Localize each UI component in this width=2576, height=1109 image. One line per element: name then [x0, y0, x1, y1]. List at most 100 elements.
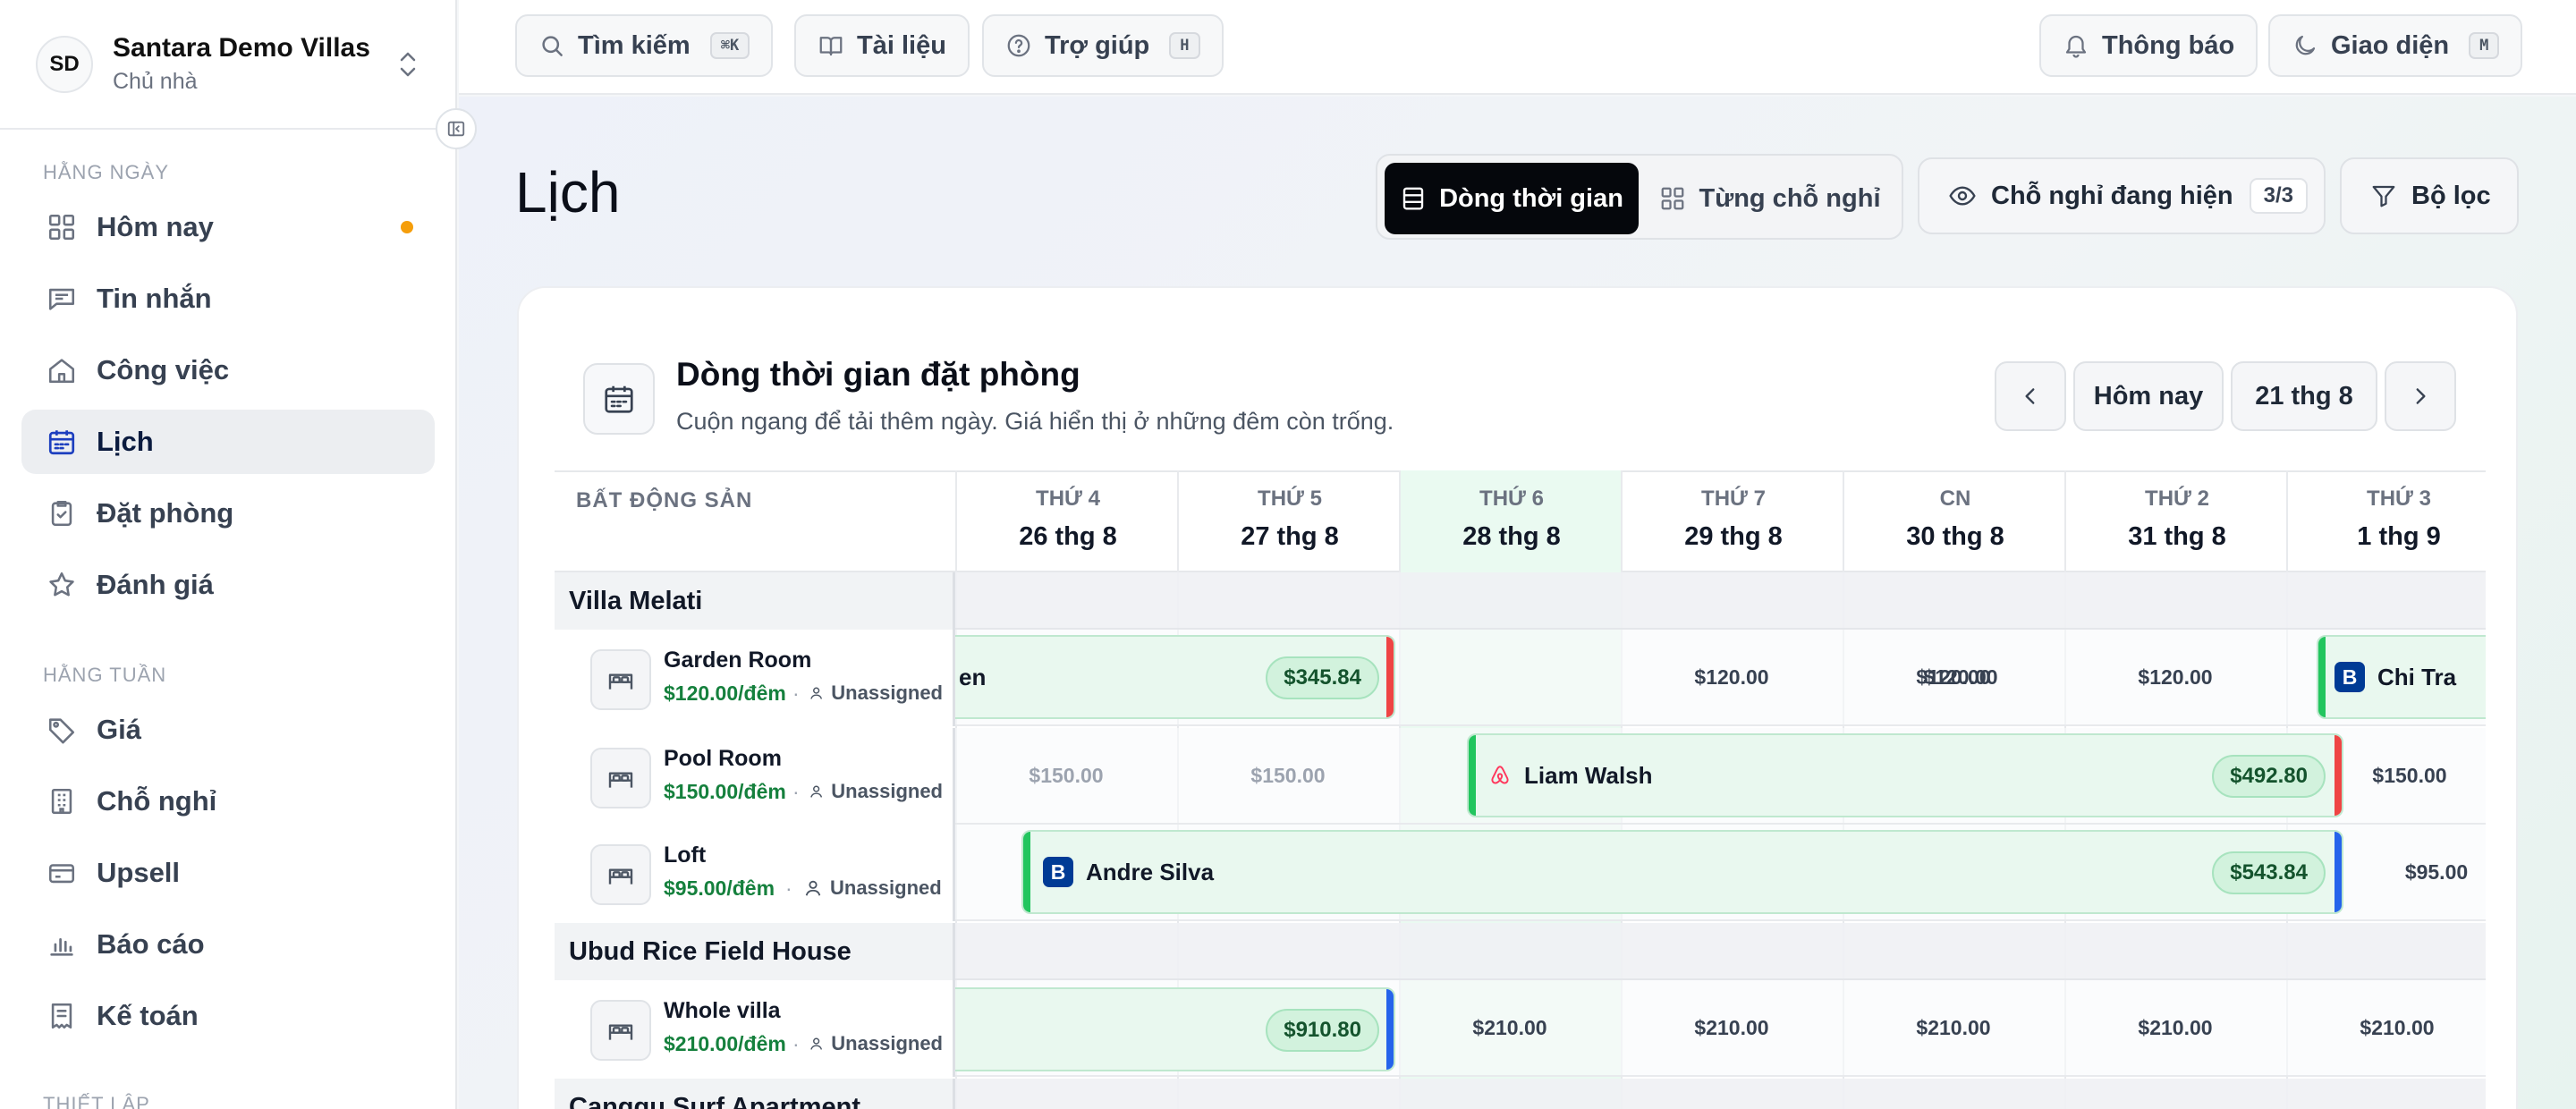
next-button[interactable]	[2385, 361, 2456, 431]
unit-row: $120.00 $120.00 $120.00 $120.00 en $345.…	[555, 630, 2486, 726]
today-button[interactable]: Hôm nay	[2073, 361, 2224, 431]
night-price[interactable]: $210.00	[1621, 1016, 1843, 1040]
grid-icon	[1662, 187, 1684, 210]
day-date: 26 thg 8	[1019, 522, 1117, 551]
sidebar-item-calendar[interactable]: Lịch	[21, 410, 435, 474]
grid-icon	[48, 214, 75, 241]
bed-icon	[590, 844, 651, 905]
sidebar-item-label: Đánh giá	[97, 569, 214, 600]
night-price[interactable]: $210.00	[1843, 1016, 2064, 1040]
booking-end-marker	[1386, 989, 1394, 1070]
night-price[interactable]: $210.00	[2286, 1016, 2486, 1040]
filter-icon	[2372, 185, 2395, 207]
help-button[interactable]: Trợ giúp H	[982, 14, 1224, 77]
theme-button[interactable]: Giao diện M	[2268, 14, 2523, 77]
booking-amount: $543.84	[2212, 851, 2326, 894]
unit-row: $210.00 $210.00 $210.00 $210.00 $210.00 …	[555, 980, 2486, 1077]
notifications-button[interactable]: Thông báo	[2039, 14, 2258, 77]
sidebar-item-label: Báo cáo	[97, 928, 205, 960]
unit-assignee: Unassigned	[803, 876, 943, 900]
sidebar-item-today[interactable]: Hôm nay	[21, 195, 435, 259]
sidebar-item-properties[interactable]: Chỗ nghỉ	[21, 769, 435, 834]
unit-cell[interactable]: Pool Room $150.00/đêm · Unassigned	[555, 728, 955, 825]
booking-guest: Andre Silva	[1086, 858, 1215, 885]
sidebar-item-reviews[interactable]: Đánh giá	[21, 553, 435, 617]
user-icon	[810, 1037, 823, 1050]
org-switcher[interactable]: SD Santara Demo Villas Chủ nhà	[0, 0, 455, 130]
booking-guest: en	[959, 663, 987, 690]
booking-bar[interactable]: en $345.84	[930, 635, 1395, 719]
view-switcher: Dòng thời gian Từng chỗ nghỉ	[1376, 154, 1903, 240]
unit-cell[interactable]: Loft $95.00/đêm · Unassigned	[555, 825, 955, 921]
user-icon	[810, 687, 823, 699]
book-icon	[819, 37, 843, 56]
date-picker-button[interactable]: 21 thg 8	[2231, 361, 2377, 431]
prev-button[interactable]	[1995, 361, 2066, 431]
night-price[interactable]: $120.00	[2064, 665, 2286, 690]
org-name: Santara Demo Villas	[113, 33, 370, 63]
booking-end-marker	[2334, 832, 2342, 912]
user-icon	[805, 880, 821, 896]
booking-bar[interactable]: B Andre Silva $543.84	[1021, 830, 2343, 914]
help-label: Trợ giúp	[1045, 30, 1150, 60]
org-avatar: SD	[36, 35, 93, 93]
theme-label: Giao diện	[2331, 30, 2450, 60]
sidebar-item-label: Upsell	[97, 857, 181, 888]
booking-bar[interactable]: $910.80	[930, 987, 1395, 1071]
unit-assignee: Unassigned	[809, 681, 943, 705]
moon-icon	[2295, 35, 2316, 55]
org-role: Chủ nhà	[113, 69, 198, 94]
booking-com-icon: B	[1043, 857, 1073, 887]
sidebar-item-upsell[interactable]: Upsell	[21, 841, 435, 905]
unit-assignee: Unassigned	[809, 1032, 943, 1055]
help-shortcut: H	[1169, 32, 1200, 59]
separator: ·	[785, 876, 792, 900]
day-date: 28 thg 8	[1462, 522, 1561, 551]
night-price[interactable]: $95.00	[2326, 860, 2486, 885]
night-price[interactable]: $150.00	[955, 764, 1177, 788]
search-label: Tìm kiếm	[578, 30, 691, 60]
visible-properties-button[interactable]: Chỗ nghỉ đang hiện 3/3	[1918, 157, 2326, 234]
filter-button[interactable]: Bộ lọc	[2340, 157, 2519, 234]
bed-icon	[590, 748, 651, 808]
sidebar-item-bookings[interactable]: Đặt phòng	[21, 481, 435, 546]
sidebar-item-pricing[interactable]: Giá	[21, 698, 435, 762]
unit-price: $95.00/đêm	[664, 876, 775, 900]
property-group: Ubud Rice Field House	[555, 923, 2486, 980]
bar-chart-icon	[50, 937, 73, 956]
unit-cell[interactable]: Whole villa $210.00/đêm · Unassigned	[555, 980, 955, 1077]
night-price[interactable]: $120.00	[1843, 665, 2064, 690]
night-price[interactable]: $150.00	[1177, 764, 1399, 788]
booking-guest: Liam Walsh	[1524, 761, 1653, 789]
night-price[interactable]: $210.00	[1399, 1016, 1621, 1040]
unit-row: $150.00 $150.00 $150.00 Liam Walsh $492.…	[555, 728, 2486, 825]
sidebar-item-tasks[interactable]: Công việc	[21, 338, 435, 402]
night-price[interactable]: $120.00	[1621, 665, 1843, 690]
tab-per-property-label: Từng chỗ nghỉ	[1699, 183, 1881, 213]
night-price[interactable]: $210.00	[2064, 1016, 2286, 1040]
tab-per-property[interactable]: Từng chỗ nghỉ	[1642, 163, 1898, 234]
separator: ·	[792, 1032, 800, 1055]
collapse-sidebar-button[interactable]	[436, 108, 477, 149]
day-name: THỨ 3	[2367, 487, 2431, 511]
unit-assignee-label: Unassigned	[831, 681, 943, 704]
sidebar-item-accounting[interactable]: Kế toán	[21, 984, 435, 1048]
tag-icon	[48, 718, 75, 744]
booking-timeline-card: Dòng thời gian đặt phòng Cuộn ngang để t…	[517, 286, 2518, 1109]
booking-bar[interactable]: B Chi Tra	[2317, 635, 2486, 719]
sidebar-item-reports[interactable]: Báo cáo	[21, 912, 435, 977]
search-button[interactable]: Tìm kiếm ⌘K	[515, 14, 774, 77]
tab-timeline[interactable]: Dòng thời gian	[1385, 163, 1639, 234]
theme-shortcut: M	[2469, 32, 2500, 59]
docs-button[interactable]: Tài liệu	[794, 14, 970, 77]
unit-cell[interactable]: Garden Room $120.00/đêm · Unassigned	[555, 630, 955, 726]
separator: ·	[792, 681, 800, 705]
booking-bar[interactable]: Liam Walsh $492.80	[1467, 733, 2343, 817]
chevron-updown-icon	[400, 52, 416, 76]
booking-start-marker	[1023, 832, 1030, 912]
day-name: CN	[1939, 487, 1971, 511]
chevron-left-icon	[2025, 388, 2035, 404]
page-title: Lịch	[515, 160, 621, 224]
booking-end-marker	[1386, 637, 1394, 717]
sidebar-item-messages[interactable]: Tin nhắn	[21, 267, 435, 331]
